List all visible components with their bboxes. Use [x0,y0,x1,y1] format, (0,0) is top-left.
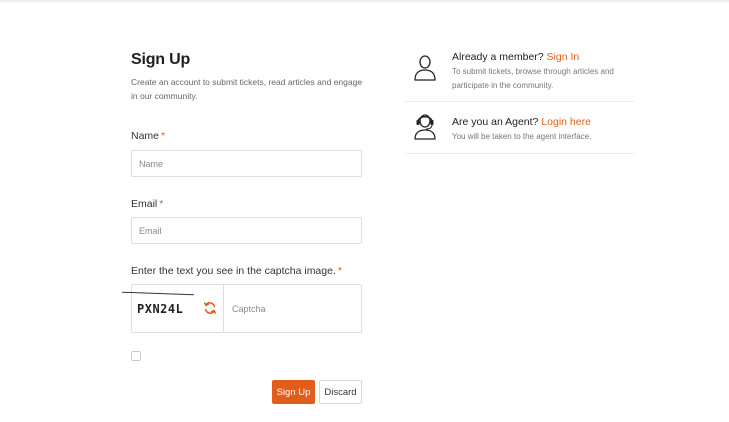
agent-heading: Are you an Agent? Login here [452,116,591,128]
signup-header: Sign Up Create an account to submit tick… [131,51,363,103]
captcha-label-text: Enter the text you see in the captcha im… [131,265,336,277]
member-heading: Already a member? Sign In [452,51,579,63]
consent-checkbox[interactable] [131,351,141,361]
member-description: To submit tickets, browse through articl… [452,67,614,90]
agent-panel: Are you an Agent? Login here You will be… [405,102,634,154]
captcha-image: PXN24L [122,285,224,332]
name-input[interactable] [132,151,361,176]
required-mark: * [159,198,164,210]
member-prefix: Already a member? [452,51,544,63]
user-icon [414,55,436,81]
refresh-icon[interactable] [203,301,217,315]
email-field[interactable] [131,217,362,244]
email-input[interactable] [132,218,361,243]
captcha-field[interactable] [224,285,361,332]
required-mark: * [161,130,166,142]
signup-button[interactable]: Sign Up [272,380,315,404]
name-field[interactable] [131,150,362,177]
captcha-label: Enter the text you see in the captcha im… [131,265,342,277]
discard-button[interactable]: Discard [319,380,362,404]
member-panel: Already a member? Sign In To submit tick… [405,44,634,102]
agent-headset-icon [414,114,436,140]
agent-description: You will be taken to the agent interface… [452,132,592,141]
email-label: Email * [131,198,163,210]
required-mark: * [337,265,342,277]
page-subtitle: Create an account to submit tickets, rea… [131,77,363,101]
name-label-text: Name [131,130,160,142]
top-divider [0,0,729,2]
agent-login-link[interactable]: Login here [541,116,591,128]
page-title: Sign Up [131,51,191,68]
captcha-noise-line [122,291,194,296]
email-label-text: Email [131,198,158,210]
captcha-text: PXN24L [137,301,184,316]
captcha-input[interactable] [224,285,361,332]
captcha-box: PXN24L [122,284,362,333]
name-label: Name * [131,130,165,142]
sign-in-link[interactable]: Sign In [547,51,580,63]
agent-prefix: Are you an Agent? [452,116,539,128]
